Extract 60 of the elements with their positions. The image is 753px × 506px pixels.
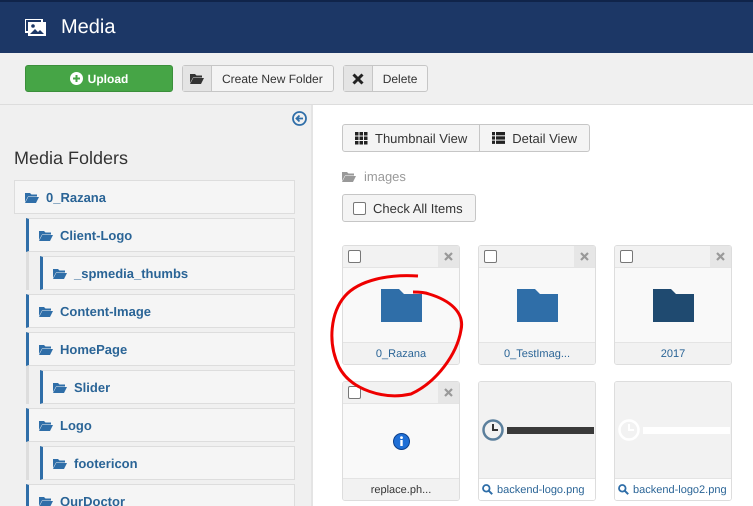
file-name: 2017 — [615, 342, 731, 364]
folder-icon — [39, 230, 53, 240]
page-title: Media — [61, 16, 116, 39]
thumbnail-card[interactable]: 2017 — [614, 245, 732, 365]
checkbox[interactable] — [484, 250, 497, 263]
folder-icon — [39, 344, 53, 354]
folder-item[interactable]: Logo — [26, 408, 295, 442]
delete-button[interactable] — [574, 246, 595, 267]
upload-button[interactable]: Upload — [25, 65, 173, 92]
delete-button[interactable] — [438, 246, 459, 267]
checkbox[interactable] — [348, 386, 361, 399]
delete-button[interactable]: Delete — [342, 65, 428, 92]
close-icon — [444, 388, 453, 397]
sidebar-title: Media Folders — [14, 148, 130, 169]
thumbnail-card[interactable]: replace.ph... — [342, 381, 460, 501]
thumbnail-card[interactable]: 0_TestImag... — [478, 245, 596, 365]
folder-item[interactable]: Client-Logo — [26, 218, 295, 252]
check-all-button[interactable]: Check All Items — [342, 194, 476, 222]
folder-icon — [53, 268, 67, 278]
thumbnail-card[interactable]: 0_Razana — [342, 245, 460, 365]
close-icon — [352, 72, 364, 84]
close-icon — [716, 252, 725, 261]
thumbnail-card[interactable]: backend-logo.png — [478, 381, 596, 501]
checkbox[interactable] — [348, 250, 361, 263]
folder-item[interactable]: Content-Image — [26, 294, 295, 328]
plus-circle-icon — [70, 72, 83, 85]
checkbox[interactable] — [353, 202, 366, 214]
list-icon — [492, 132, 506, 144]
folder-item[interactable]: 0_Razana — [14, 180, 295, 214]
folder-item[interactable]: OurDoctor — [26, 484, 295, 506]
thumbnail-card[interactable]: backend-logo2.png — [614, 381, 732, 501]
folder-item[interactable]: footericon — [40, 446, 295, 480]
folder-icon — [53, 382, 67, 392]
close-icon — [444, 252, 453, 261]
folder-icon — [39, 420, 53, 430]
folder-item[interactable]: HomePage — [26, 332, 295, 366]
info-icon — [392, 432, 410, 450]
create-folder-button[interactable]: Create New Folder — [182, 65, 334, 92]
folder-icon — [53, 458, 67, 468]
folder-icon — [25, 192, 39, 202]
search-icon — [618, 484, 629, 495]
file-name: 0_Razana — [343, 342, 459, 364]
delete-button[interactable] — [438, 382, 459, 403]
folder-icon — [39, 306, 53, 316]
folder-icon — [39, 496, 53, 506]
collapse-icon[interactable] — [292, 111, 307, 126]
file-name: replace.ph... — [343, 478, 459, 500]
delete-button[interactable] — [710, 246, 731, 267]
file-name: 0_TestImag... — [479, 342, 595, 364]
search-icon — [482, 484, 493, 495]
grid-icon — [355, 132, 368, 144]
thumbnail-view-button[interactable]: Thumbnail View — [342, 124, 480, 152]
folder-item[interactable]: _spmedia_thumbs — [40, 256, 295, 290]
checkbox[interactable] — [620, 250, 633, 263]
folder-item[interactable]: Slider — [40, 370, 295, 404]
image-icon — [25, 19, 46, 36]
folder-icon — [190, 73, 204, 84]
folder-icon — [342, 170, 356, 182]
detail-view-button[interactable]: Detail View — [480, 124, 590, 152]
close-icon — [580, 252, 589, 261]
